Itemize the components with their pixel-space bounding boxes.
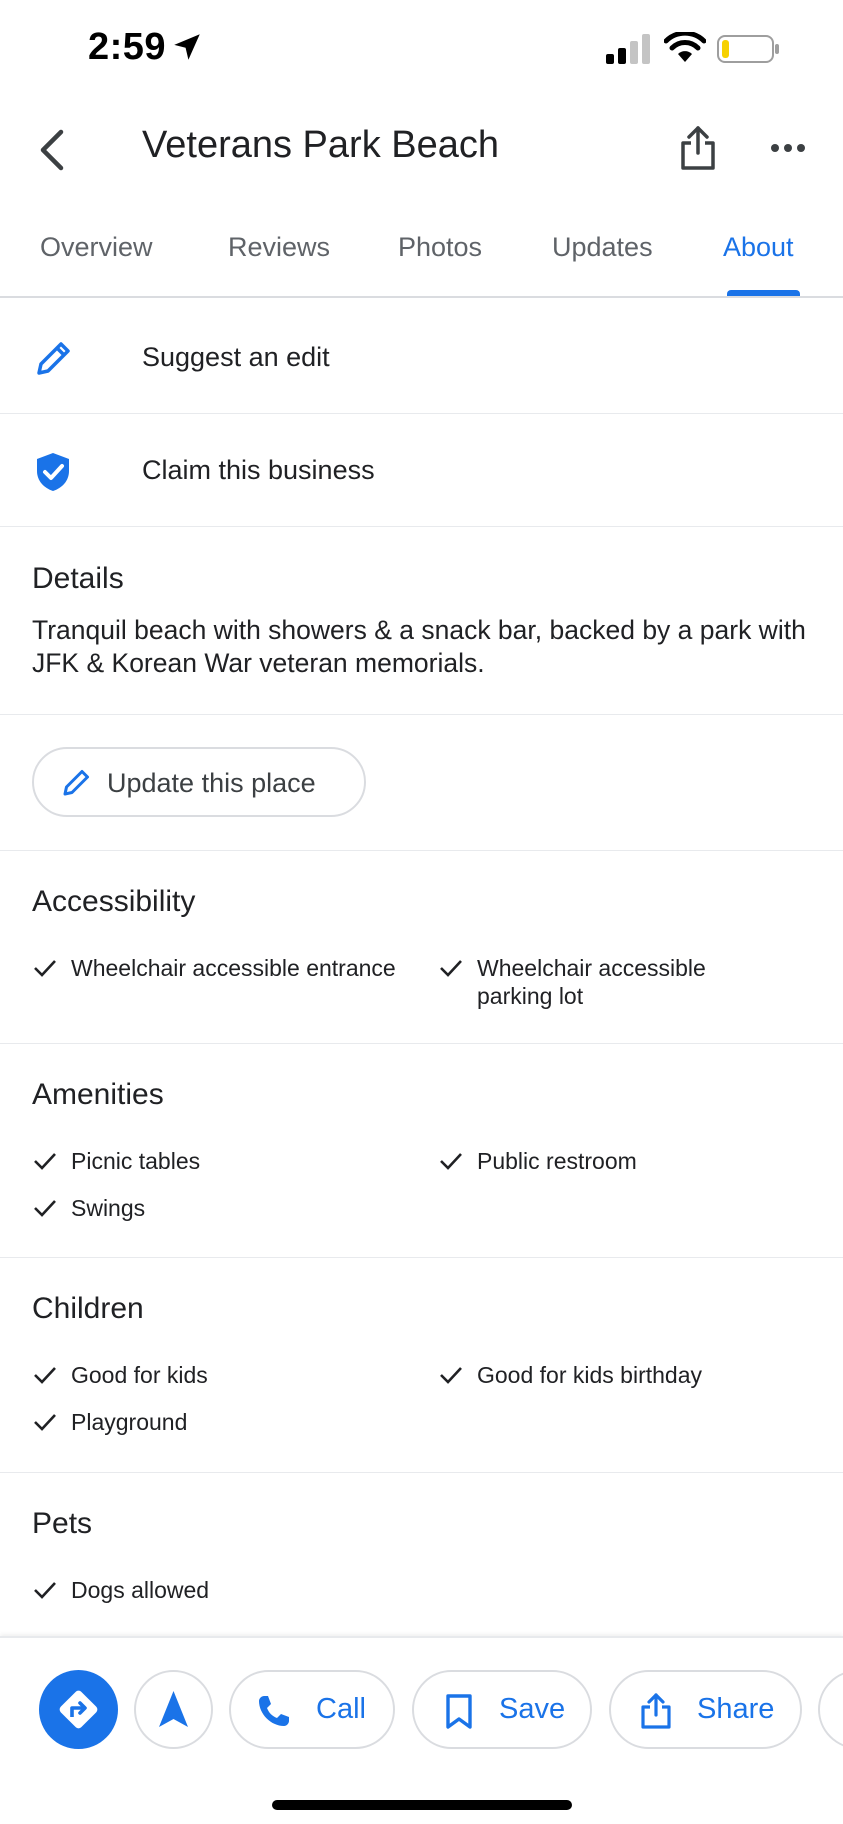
checkmark-icon [440, 1367, 462, 1384]
share-button[interactable]: Share [609, 1670, 802, 1749]
tab-about[interactable]: About [723, 232, 794, 263]
checkmark-icon [34, 960, 56, 977]
checkmark-icon [440, 960, 462, 977]
details-title: Details [32, 562, 124, 595]
attribute-text: Good for kids birthday [477, 1362, 703, 1388]
pencil-icon [37, 342, 70, 375]
suggest-edit-row[interactable]: Suggest an edit [0, 302, 843, 414]
tab-bar: Overview Reviews Photos Updates About [0, 210, 843, 298]
checkmark-icon [34, 1582, 56, 1599]
attribute-text: Good for kids [71, 1362, 208, 1388]
amenities-title: Amenities [32, 1078, 164, 1111]
share-label: Share [697, 1693, 775, 1725]
checkmark-icon [34, 1414, 56, 1431]
status-time: 2:59 [88, 26, 167, 68]
checkmark-icon [34, 1153, 56, 1170]
page-title: Veterans Park Beach [142, 124, 499, 166]
start-navigation-button[interactable] [134, 1670, 213, 1749]
children-title: Children [32, 1292, 144, 1325]
claim-business-row[interactable]: Claim this business [0, 415, 843, 527]
children-section: Children Good for kids Good for kids bir… [0, 1258, 843, 1473]
share-icon [681, 126, 715, 170]
save-button[interactable]: Save [412, 1670, 592, 1749]
update-place-button[interactable]: Update this place [32, 747, 366, 817]
tab-overview[interactable]: Overview [40, 232, 153, 263]
amenities-section: Amenities Picnic tables Public restroom … [0, 1044, 843, 1258]
home-indicator [272, 1800, 572, 1810]
share-top-button[interactable] [670, 120, 726, 176]
checkmark-icon [440, 1153, 462, 1170]
attribute-text: Wheelchair accessible parking lot [477, 955, 706, 1009]
details-description: Tranquil beach with showers & a snack ba… [32, 615, 806, 678]
save-label: Save [499, 1693, 566, 1725]
more-horizontal-icon [771, 144, 805, 152]
checkmark-icon [34, 1200, 56, 1217]
more-actions-button[interactable] [818, 1670, 843, 1749]
bookmark-icon [446, 1694, 472, 1729]
suggest-edit-label: Suggest an edit [142, 342, 330, 372]
bottom-action-bar: Call Save Share [0, 1636, 843, 1824]
share-icon [641, 1693, 671, 1729]
pencil-icon [63, 770, 89, 796]
pets-title: Pets [32, 1507, 93, 1540]
tab-reviews[interactable]: Reviews [228, 232, 330, 263]
details-section: Details Tranquil beach with showers & a … [0, 528, 843, 715]
active-tab-indicator [727, 290, 800, 296]
attribute-text: Playground [71, 1409, 188, 1435]
header: Veterans Park Beach [0, 100, 843, 200]
attribute-text: Public restroom [477, 1148, 637, 1174]
wifi-icon [664, 32, 706, 62]
checkmark-icon [34, 1367, 56, 1384]
status-bar: 2:59 [0, 0, 843, 100]
battery-icon [717, 35, 779, 63]
update-place-label: Update this place [107, 768, 316, 798]
location-arrow-icon [174, 34, 200, 60]
back-button[interactable] [24, 122, 80, 178]
navigation-arrow-icon [159, 1691, 188, 1727]
attribute-text: Picnic tables [71, 1148, 201, 1174]
pets-section: Pets Dogs allowed [0, 1473, 843, 1636]
attribute-text: Swings [71, 1195, 146, 1221]
phone-icon [259, 1696, 289, 1726]
back-arrow-icon [40, 129, 64, 171]
attribute-text: Wheelchair accessible entrance [71, 955, 396, 981]
update-place-section: Update this place [0, 715, 843, 851]
accessibility-section: Accessibility Wheelchair accessible entr… [0, 851, 843, 1044]
call-button[interactable]: Call [229, 1670, 395, 1749]
call-label: Call [316, 1693, 366, 1725]
more-options-button[interactable] [760, 120, 816, 176]
tab-updates[interactable]: Updates [552, 232, 653, 263]
directions-button[interactable] [39, 1670, 118, 1749]
verified-shield-icon [37, 453, 69, 491]
directions-icon [59, 1690, 98, 1729]
cellular-signal-icon [606, 34, 650, 64]
tab-photos[interactable]: Photos [398, 232, 482, 263]
attribute-text: Dogs allowed [71, 1577, 210, 1603]
page: 2:59 Veterans Park Beach Overview Review… [0, 0, 843, 1824]
accessibility-title: Accessibility [32, 885, 196, 918]
claim-business-label: Claim this business [142, 455, 375, 485]
